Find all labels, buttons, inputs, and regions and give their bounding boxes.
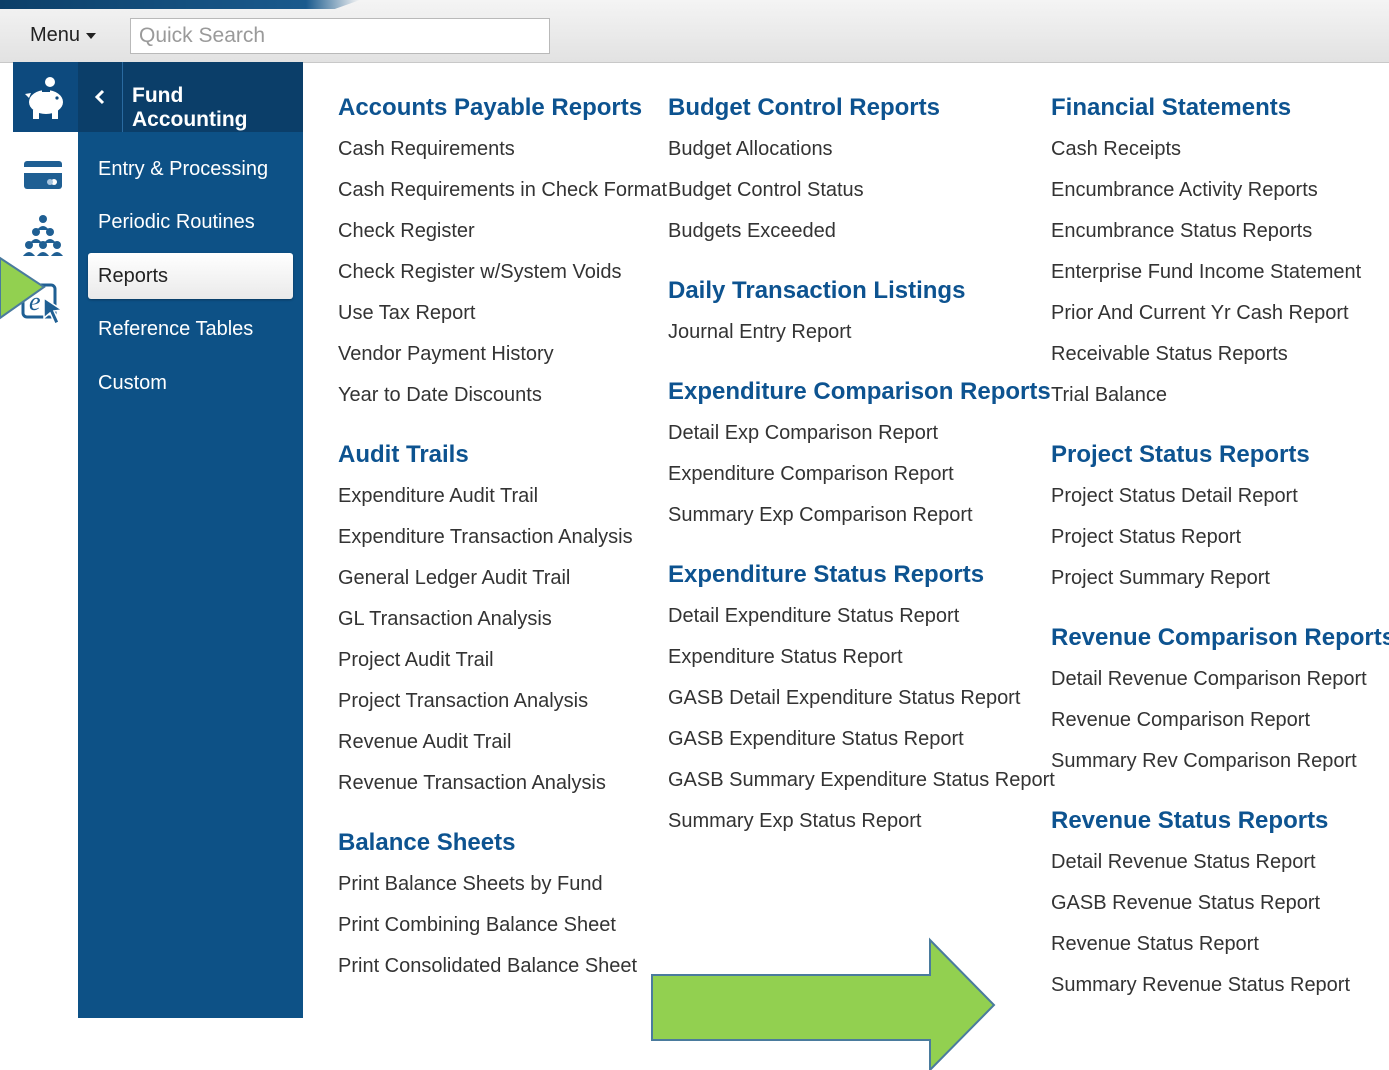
back-button[interactable] <box>78 62 123 132</box>
header-accent-stripe <box>0 0 360 9</box>
report-link[interactable]: Use Tax Report <box>338 293 667 334</box>
report-link[interactable]: Print Combining Balance Sheet <box>338 905 667 946</box>
report-link[interactable]: General Ledger Audit Trail <box>338 558 667 599</box>
report-link[interactable]: Summary Revenue Status Report <box>1051 965 1389 1006</box>
right-pointer-arrow <box>651 937 996 1070</box>
sidebar-item-reports[interactable]: Reports <box>88 253 293 299</box>
quick-search-input[interactable] <box>130 18 550 54</box>
piggy-bank-icon <box>25 77 63 119</box>
report-group: Expenditure Status Reports Detail Expend… <box>668 555 1055 842</box>
report-link[interactable]: Detail Revenue Status Report <box>1051 842 1389 883</box>
report-link[interactable]: Summary Exp Comparison Report <box>668 495 1055 536</box>
menu-button[interactable]: Menu <box>22 20 104 50</box>
report-group: Balance Sheets Print Balance Sheets by F… <box>338 823 667 987</box>
report-link[interactable]: GL Transaction Analysis <box>338 599 667 640</box>
chevron-left-icon <box>94 89 105 105</box>
sidebar-item-entry-processing[interactable]: Entry & Processing <box>88 146 293 192</box>
report-group: Accounts Payable Reports Cash Requiremen… <box>338 88 667 416</box>
sidebar-item-reference-tables[interactable]: Reference Tables <box>88 306 293 352</box>
group-title-project-status-reports: Project Status Reports <box>1051 441 1310 468</box>
report-link[interactable]: Revenue Comparison Report <box>1051 700 1389 741</box>
report-link[interactable]: Summary Rev Comparison Report <box>1051 741 1389 782</box>
report-link[interactable]: Cash Receipts <box>1051 129 1389 170</box>
report-link[interactable]: Receivable Status Reports <box>1051 334 1389 375</box>
report-group: Revenue Status Reports Detail Revenue St… <box>1051 801 1389 1006</box>
report-link[interactable]: Check Register <box>338 211 667 252</box>
report-link[interactable]: Project Audit Trail <box>338 640 667 681</box>
report-link[interactable]: Journal Entry Report <box>668 312 1055 353</box>
group-title-expenditure-status-reports: Expenditure Status Reports <box>668 561 985 588</box>
report-group: Budget Control Reports Budget Allocation… <box>668 88 1055 252</box>
report-link[interactable]: GASB Revenue Status Report <box>1051 883 1389 924</box>
sidebar-header: Fund Accounting <box>78 62 303 132</box>
report-link[interactable]: GASB Expenditure Status Report <box>668 719 1055 760</box>
report-link[interactable]: Budget Allocations <box>668 129 1055 170</box>
report-link[interactable]: Project Status Report <box>1051 517 1389 558</box>
sidebar-item-periodic-routines[interactable]: Periodic Routines <box>88 199 293 245</box>
report-link[interactable]: Cash Requirements in Check Format <box>338 170 667 211</box>
report-link[interactable]: Print Consolidated Balance Sheet <box>338 946 667 987</box>
report-link[interactable]: Project Summary Report <box>1051 558 1389 599</box>
report-link[interactable]: Detail Exp Comparison Report <box>668 413 1055 454</box>
report-link[interactable]: Expenditure Transaction Analysis <box>338 517 667 558</box>
reports-column-3: Financial Statements Cash Receipts Encum… <box>1051 88 1389 1025</box>
reports-column-2: Budget Control Reports Budget Allocation… <box>668 88 1055 861</box>
group-title-budget-control-reports: Budget Control Reports <box>668 94 940 121</box>
svg-text:e: e <box>29 287 41 316</box>
report-link[interactable]: Detail Expenditure Status Report <box>668 596 1055 637</box>
report-link[interactable]: Prior And Current Yr Cash Report <box>1051 293 1389 334</box>
fund-accounting-sidebar: Fund Accounting Entry & Processing Perio… <box>78 62 303 1018</box>
report-link[interactable]: Revenue Audit Trail <box>338 722 667 763</box>
app-icon-strip: e <box>0 62 79 1070</box>
report-group: Daily Transaction Listings Journal Entry… <box>668 271 1055 353</box>
group-title-accounts-payable-reports: Accounts Payable Reports <box>338 94 643 121</box>
reports-column-1: Accounts Payable Reports Cash Requiremen… <box>338 88 667 1006</box>
report-link[interactable]: GASB Detail Expenditure Status Report <box>668 678 1055 719</box>
group-title-financial-statements: Financial Statements <box>1051 94 1292 121</box>
report-link[interactable]: Budgets Exceeded <box>668 211 1055 252</box>
payment-card-icon[interactable] <box>20 152 66 198</box>
report-group: Project Status Reports Project Status De… <box>1051 435 1389 599</box>
menu-label: Menu <box>30 24 81 46</box>
group-title-audit-trails: Audit Trails <box>338 441 469 468</box>
report-link[interactable]: Budget Control Status <box>668 170 1055 211</box>
report-link[interactable]: Project Status Detail Report <box>1051 476 1389 517</box>
report-link[interactable]: Year to Date Discounts <box>338 375 667 416</box>
report-group: Financial Statements Cash Receipts Encum… <box>1051 88 1389 416</box>
people-group-icon[interactable] <box>20 212 66 258</box>
caret-down-icon <box>86 32 97 39</box>
report-group: Audit Trails Expenditure Audit Trail Exp… <box>338 435 667 804</box>
report-link[interactable]: GASB Summary Expenditure Status Report <box>668 760 1055 801</box>
report-link[interactable]: Expenditure Audit Trail <box>338 476 667 517</box>
e-click-icon[interactable]: e <box>20 280 66 326</box>
sidebar-item-custom[interactable]: Custom <box>88 360 293 406</box>
report-link[interactable]: Cash Requirements <box>338 129 667 170</box>
top-header: Menu <box>0 0 1389 63</box>
report-link[interactable]: Project Transaction Analysis <box>338 681 667 722</box>
group-title-revenue-status-reports: Revenue Status Reports <box>1051 807 1329 834</box>
report-link[interactable]: Revenue Transaction Analysis <box>338 763 667 804</box>
group-title-daily-transaction-listings: Daily Transaction Listings <box>668 277 966 304</box>
report-link[interactable]: Encumbrance Status Reports <box>1051 211 1389 252</box>
report-group: Expenditure Comparison Reports Detail Ex… <box>668 372 1055 536</box>
report-group: Revenue Comparison Reports Detail Revenu… <box>1051 618 1389 782</box>
report-link[interactable]: Summary Exp Status Report <box>668 801 1055 842</box>
report-link[interactable]: Expenditure Status Report <box>668 637 1055 678</box>
report-link[interactable]: Revenue Status Report <box>1051 924 1389 965</box>
report-link[interactable]: Expenditure Comparison Report <box>668 454 1055 495</box>
report-link[interactable]: Print Balance Sheets by Fund <box>338 864 667 905</box>
group-title-balance-sheets: Balance Sheets <box>338 829 516 856</box>
report-link[interactable]: Vendor Payment History <box>338 334 667 375</box>
report-link[interactable]: Trial Balance <box>1051 375 1389 416</box>
report-link[interactable]: Encumbrance Activity Reports <box>1051 170 1389 211</box>
report-link[interactable]: Detail Revenue Comparison Report <box>1051 659 1389 700</box>
sidebar-title: Fund Accounting <box>132 84 248 131</box>
report-link[interactable]: Enterprise Fund Income Statement <box>1051 252 1389 293</box>
group-title-revenue-comparison-reports: Revenue Comparison Reports <box>1051 624 1389 651</box>
fund-accounting-app-tile[interactable] <box>13 62 79 132</box>
report-link[interactable]: Check Register w/System Voids <box>338 252 667 293</box>
group-title-expenditure-comparison-reports: Expenditure Comparison Reports <box>668 378 1051 405</box>
